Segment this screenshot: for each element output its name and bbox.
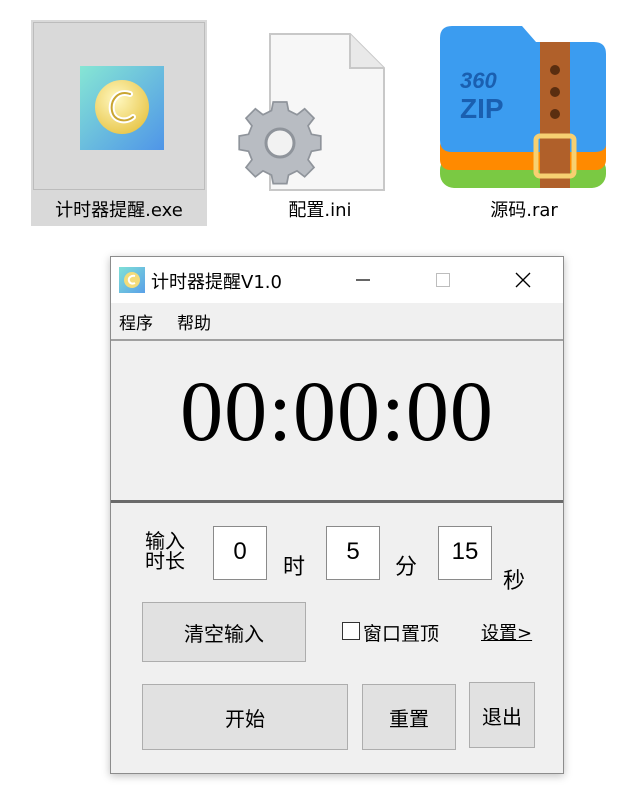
360zip-archive-icon: 360 ZIP: [440, 26, 606, 188]
clock-app-icon: [80, 66, 164, 150]
file-ini[interactable]: 配置.ini: [232, 20, 408, 226]
settings-link[interactable]: 设置>: [481, 619, 532, 645]
seconds-unit: 秒: [503, 569, 526, 594]
gear-icon: [238, 101, 322, 185]
minimize-button[interactable]: [323, 257, 403, 303]
seconds-input[interactable]: 15: [438, 526, 492, 580]
menu-bar: 程序 帮助: [111, 303, 563, 337]
window-title: 计时器提醒V1.0: [151, 272, 282, 293]
minutes-unit: 分: [395, 555, 418, 580]
minimize-icon: [356, 279, 370, 281]
topmost-checkbox[interactable]: [342, 622, 360, 640]
zip-logo-360: 360: [460, 68, 497, 93]
zip-logo-zip: ZIP: [460, 93, 504, 124]
menu-program[interactable]: 程序: [119, 309, 153, 334]
exit-button[interactable]: 退出: [469, 682, 535, 748]
time-panel: 00:00:00: [111, 339, 563, 503]
app-window: 计时器提醒V1.0 程序 帮助 00:00:00 输入 时长 0 时 5 分 1…: [110, 256, 564, 774]
file-label: 配置.ini: [288, 200, 352, 221]
app-icon: [119, 267, 145, 293]
file-label: 计时器提醒.exe: [55, 200, 183, 221]
clear-input-button[interactable]: 清空输入: [142, 602, 306, 662]
maximize-icon: [436, 273, 450, 287]
maximize-button[interactable]: [403, 257, 483, 303]
topmost-label: 窗口置顶: [363, 623, 440, 645]
file-exe[interactable]: 计时器提醒.exe: [31, 20, 207, 226]
settings-file-icon: [238, 33, 385, 191]
menu-help[interactable]: 帮助: [177, 309, 211, 334]
countdown-display: 00:00:00: [180, 363, 494, 459]
minutes-input[interactable]: 5: [326, 526, 380, 580]
close-icon: [515, 272, 531, 288]
hours-unit: 时: [283, 555, 306, 580]
title-bar[interactable]: 计时器提醒V1.0: [111, 257, 563, 303]
file-rar[interactable]: 360 ZIP 源码.rar: [436, 20, 612, 226]
start-button[interactable]: 开始: [142, 684, 348, 750]
duration-label: 输入 时长: [145, 529, 185, 573]
close-button[interactable]: [483, 257, 563, 303]
reset-button[interactable]: 重置: [362, 684, 456, 750]
file-label: 源码.rar: [490, 200, 558, 221]
hours-input[interactable]: 0: [213, 526, 267, 580]
